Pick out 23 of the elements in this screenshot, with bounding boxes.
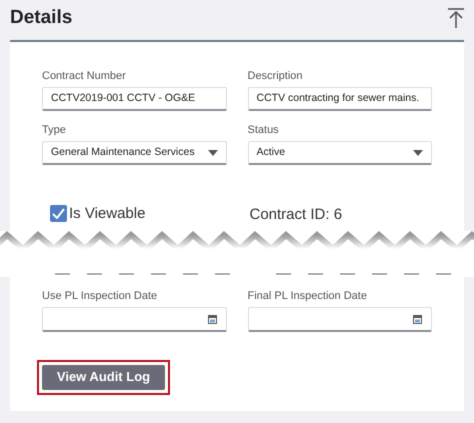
- field-label: Description: [248, 71, 304, 82]
- caret-icon: [208, 150, 218, 156]
- check-icon: [52, 208, 65, 220]
- field-label: Contract Number: [42, 71, 127, 82]
- date-field[interactable]: [42, 306, 226, 332]
- section-title: Details: [10, 6, 72, 30]
- date-field[interactable]: [248, 306, 432, 332]
- contract-id-text: Contract ID: 6: [248, 205, 344, 225]
- checkbox[interactable]: [50, 205, 67, 222]
- input-field[interactable]: CCTV2019-001 CCTV - OG&E: [42, 87, 226, 111]
- dropdown[interactable]: General Maintenance Services: [42, 141, 226, 165]
- dropdown[interactable]: Active: [248, 141, 432, 165]
- checkbox-label: Is Viewable: [69, 204, 146, 224]
- field-label: Use PL Inspection Date: [42, 290, 158, 302]
- caret-icon: [413, 150, 423, 156]
- calendar-icon: [413, 314, 422, 324]
- field-label: Status: [248, 125, 280, 136]
- calendar-icon: [208, 314, 216, 324]
- view-audit-log-button[interactable]: View Audit Log: [42, 364, 165, 390]
- collapse-up-icon[interactable]: [448, 8, 464, 28]
- field-label: Final PL Inspection Date: [248, 290, 368, 302]
- field-label: Type: [42, 125, 67, 136]
- input-field[interactable]: CCTV contracting for sewer mains.: [248, 87, 432, 111]
